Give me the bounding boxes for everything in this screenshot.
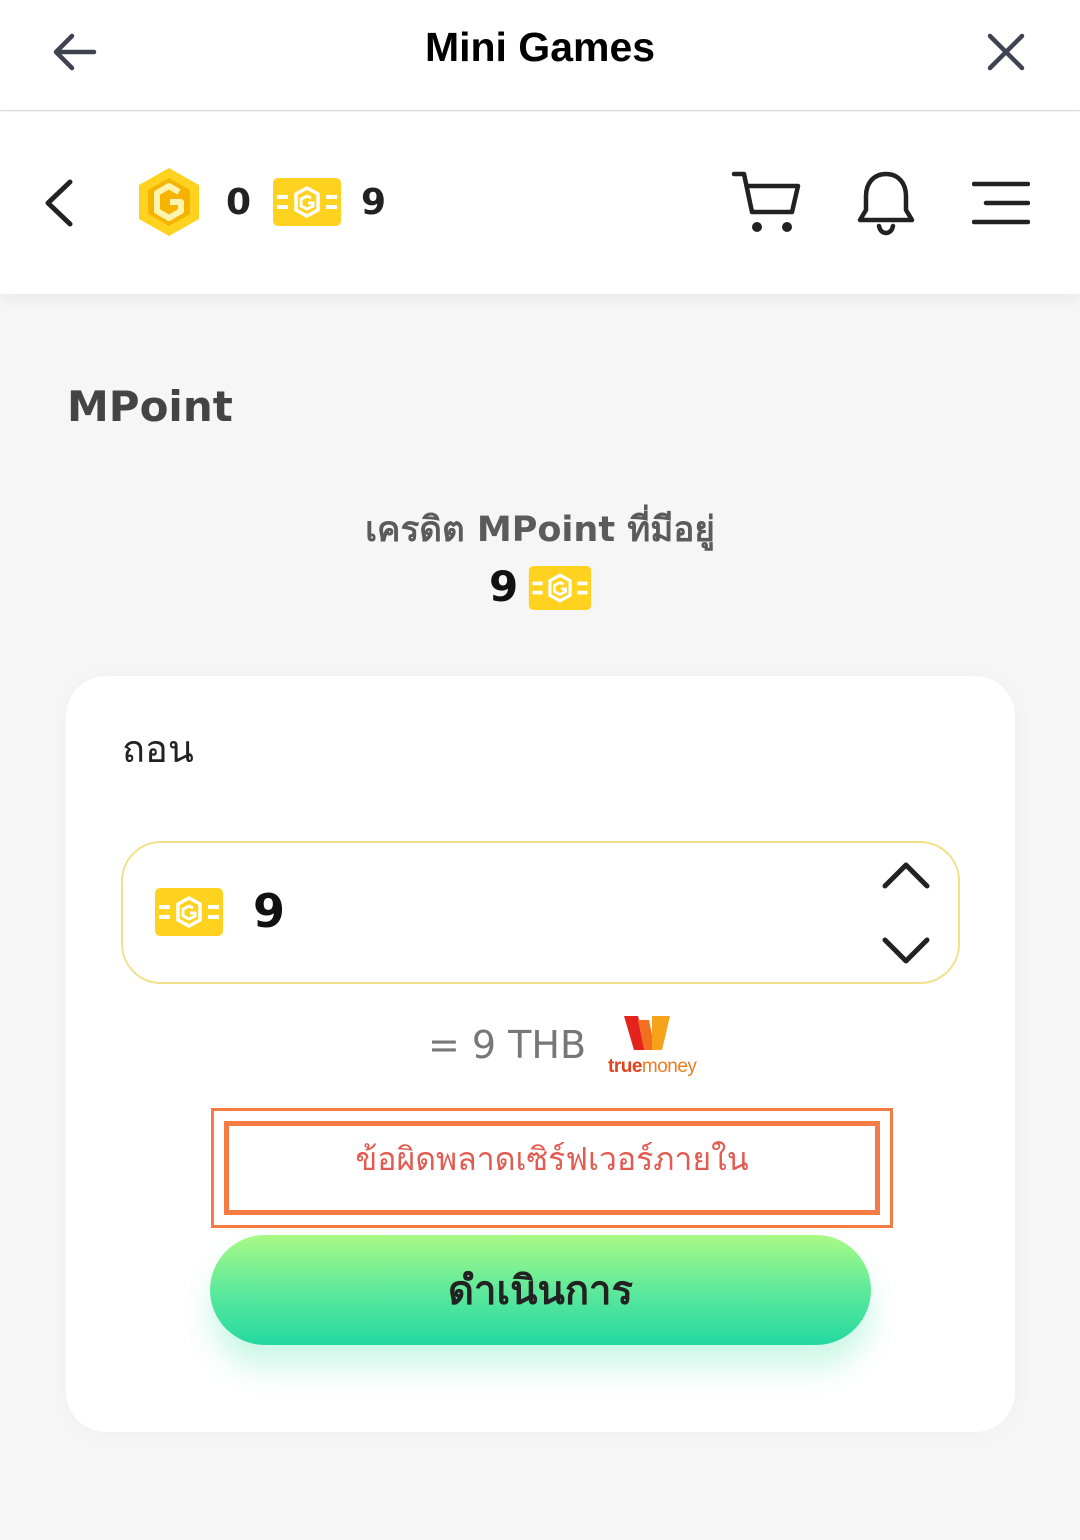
chevron-left-icon[interactable] xyxy=(40,176,80,230)
credit-value: 9 xyxy=(489,562,519,611)
mpoint-ticket-icon xyxy=(155,888,223,936)
close-icon[interactable] xyxy=(980,26,1032,78)
chevron-down-icon[interactable] xyxy=(880,934,932,968)
window-title: Mini Games xyxy=(424,24,656,70)
ticket-balance: 9 xyxy=(361,182,387,223)
mpoint-ticket-icon xyxy=(528,566,592,610)
truemoney-label-part1: true xyxy=(608,1056,642,1077)
coin-balance: 0 xyxy=(226,182,252,223)
credit-label: เครดิต MPoint ที่มีอยู่ xyxy=(365,510,715,550)
proceed-button[interactable]: ดำเนินการ xyxy=(210,1235,871,1345)
truemoney-logo xyxy=(624,1016,670,1050)
cart-icon[interactable] xyxy=(730,168,802,236)
mpoint-ticket-icon xyxy=(273,178,341,226)
chevron-up-icon[interactable] xyxy=(880,858,932,892)
withdraw-title: ถอน xyxy=(122,727,194,771)
error-message: ข้อผิดพลาดเซิร์ฟเวอร์ภายใน xyxy=(355,1140,749,1178)
hamburger-menu-icon[interactable] xyxy=(972,180,1030,226)
truemoney-label-part2: money xyxy=(641,1056,697,1077)
section-title: MPoint xyxy=(67,382,233,431)
amount-value[interactable]: 9 xyxy=(253,884,285,938)
title-bar: Mini Games xyxy=(0,0,1080,111)
amount-input[interactable] xyxy=(121,841,960,984)
bell-icon[interactable] xyxy=(856,170,916,236)
gold-hexagon-coin-icon xyxy=(139,168,199,236)
truemoney-label: truemoney xyxy=(608,1056,697,1078)
conversion-text: = 9 THB xyxy=(428,1023,587,1067)
